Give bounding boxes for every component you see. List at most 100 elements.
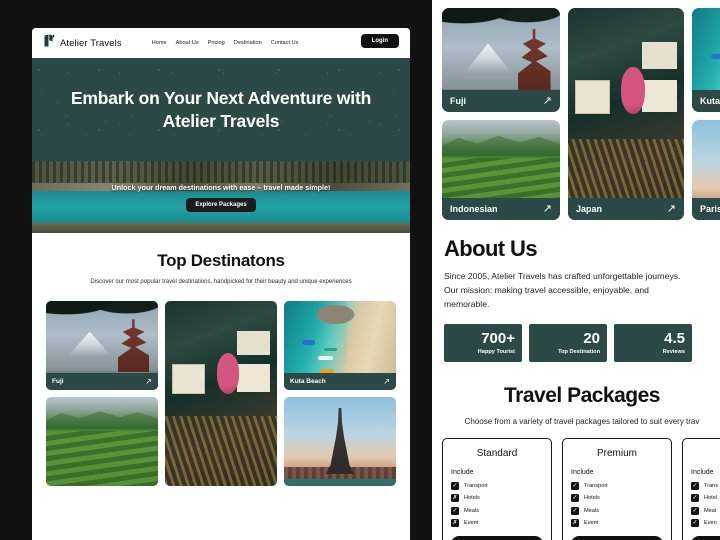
feature-meals: ✓ Meals (571, 506, 663, 515)
nav-links: Home About Us Pricing Destination Contac… (152, 40, 299, 46)
package-card-third[interactable]: S Include ✓ Trans ✓ Hotel (682, 437, 720, 540)
photo-eiffel-tower (284, 397, 396, 487)
destination-card-paris[interactable] (284, 397, 396, 487)
start-from-button[interactable]: 🎫 (691, 536, 720, 540)
left-page-preview: Atelier Travels Home About Us Pricing De… (0, 0, 425, 540)
nav-link-pricing[interactable]: Pricing (208, 40, 225, 46)
package-name: Standard (476, 447, 518, 459)
feature-event: ✓ Even (691, 519, 720, 528)
arrow-up-right-icon[interactable]: ↗ (145, 377, 152, 386)
nav-link-destination[interactable]: Destination (234, 40, 262, 46)
top-destinations-section: Top Destinatons Discover our most popula… (32, 233, 410, 495)
stat-value: 20 (583, 329, 600, 347)
landing-page: Atelier Travels Home About Us Pricing De… (32, 28, 410, 540)
checkmark-icon: ✓ (571, 506, 579, 515)
card-title: Kuta Bea (700, 96, 720, 106)
feature-label: Transport (584, 482, 608, 489)
arrow-up-right-icon[interactable]: ↗ (543, 95, 552, 107)
card-title: Fuji (450, 96, 466, 106)
package-card-standard[interactable]: Standard Include ✓ Transport ✗ Hotels ✓ … (442, 437, 552, 540)
feature-list: ✓ Trans ✓ Hotel ✓ Meal ✓ Even (691, 481, 720, 528)
cross-icon: ✗ (571, 519, 579, 528)
card-label: Kuta Bea (692, 90, 720, 112)
card-title: Japan (576, 204, 603, 214)
include-label: Include (571, 468, 594, 476)
start-from-button[interactable]: 🎫 Start from $400 (571, 536, 663, 540)
checkmark-icon: ✓ (571, 494, 579, 503)
feature-event: ✗ Event (571, 519, 663, 528)
destination-card-indonesian[interactable] (46, 397, 158, 487)
feature-label: Hotels (464, 495, 480, 502)
feature-transport: ✓ Trans (691, 481, 720, 490)
card-title: Indonesian (450, 204, 498, 214)
feature-event: ✗ Event (451, 519, 543, 528)
right-page-zoomed-view: Fuji ↗ Japan ↗ Kuta Indonesian ↗ Paris A… (432, 0, 720, 540)
checkmark-icon: ✓ (571, 481, 579, 490)
destination-card-japan[interactable] (165, 301, 277, 487)
zoom-card-fuji[interactable]: Fuji ↗ (442, 8, 560, 112)
feature-label: Event (464, 520, 479, 527)
stats-row: 700+ Happy Tourist 20 Top Destination 4.… (444, 323, 718, 362)
site-navbar: Atelier Travels Home About Us Pricing De… (32, 28, 410, 58)
zoom-card-indonesian[interactable]: Indonesian ↗ (442, 120, 560, 220)
feature-label: Event (584, 520, 599, 527)
arrow-up-right-icon[interactable]: ↗ (543, 203, 552, 215)
checkmark-icon: ✓ (691, 481, 699, 490)
hero-section: Embark on Your Next Adventure with Ateli… (32, 58, 410, 161)
zoom-card-paris[interactable]: Paris (692, 120, 720, 220)
zoomed-content: Fuji ↗ Japan ↗ Kuta Indonesian ↗ Paris A… (432, 0, 720, 540)
feature-label: Even (704, 520, 717, 527)
about-title: About Us (444, 236, 538, 261)
start-from-button[interactable]: 🎫 Start from $260 (451, 536, 543, 540)
travel-packages-section: Travel Packages Choose from a variety of… (432, 362, 720, 540)
include-label: Include (691, 468, 714, 476)
screenshot-root: Atelier Travels Home About Us Pricing De… (0, 0, 720, 540)
card-label: Indonesian ↗ (442, 198, 560, 220)
destination-card-kuta-beach[interactable]: Kuta Beach ↗ (284, 301, 396, 391)
banner-tagline: Unlock your dream destinations with ease… (111, 182, 331, 192)
destination-card-fuji[interactable]: Fuji ↗ (46, 301, 158, 391)
feature-label: Meals (464, 507, 479, 514)
login-button[interactable]: Login (360, 34, 399, 48)
card-label: Fuji ↗ (442, 90, 560, 112)
about-us-section: About Us Since 2005, Atelier Travels has… (432, 220, 720, 362)
section-subtitle: Discover our most popular travel destina… (90, 279, 352, 285)
feature-label: Hotels (584, 495, 600, 502)
arrow-up-right-icon[interactable]: ↗ (667, 203, 676, 215)
photo-japan-street (165, 301, 277, 487)
nav-link-about-us[interactable]: About Us (176, 40, 199, 46)
packages-title: Travel Packages (504, 383, 660, 407)
checkmark-icon: ✓ (691, 519, 699, 528)
photo-japan-street (568, 8, 684, 220)
card-label: Kuta Beach ↗ (284, 373, 396, 391)
about-description: Since 2005, Atelier Travels has crafted … (444, 271, 681, 309)
nav-link-contact-us[interactable]: Contact Us (271, 40, 299, 46)
packages-grid: Standard Include ✓ Transport ✗ Hotels ✓ … (432, 437, 720, 540)
package-name: Premium (596, 447, 637, 459)
checkmark-icon: ✓ (691, 494, 699, 503)
checkmark-icon: ✓ (691, 506, 699, 515)
brand[interactable]: Atelier Travels (44, 34, 122, 52)
zoom-card-japan[interactable]: Japan ↗ (568, 8, 684, 220)
nav-link-home[interactable]: Home (152, 40, 167, 46)
feature-hotels: ✓ Hotel (691, 494, 720, 503)
card-title: Fuji (52, 378, 64, 386)
arrow-up-right-icon[interactable]: ↗ (383, 377, 390, 386)
include-label: Include (451, 468, 474, 476)
explore-packages-button[interactable]: Explore Packages (186, 197, 256, 212)
checkmark-icon: ✓ (451, 481, 459, 490)
stat-label: Top Destination (558, 348, 600, 355)
feature-hotels: ✓ Hotels (571, 494, 663, 503)
package-card-premium[interactable]: Premium Include ✓ Transport ✓ Hotels ✓ M… (562, 437, 672, 540)
stat-happy-tourist: 700+ Happy Tourist (444, 323, 522, 362)
stat-value: 700+ (481, 329, 515, 347)
feature-list: ✓ Transport ✓ Hotels ✓ Meals ✗ Event (571, 481, 663, 528)
banner-overlay: Unlock your dream destinations with ease… (32, 161, 410, 233)
stat-label: Reviews (662, 348, 685, 355)
zoom-card-kuta-beach[interactable]: Kuta Bea (692, 8, 720, 112)
hero-banner-image: Unlock your dream destinations with ease… (32, 161, 410, 233)
section-title: Top Destinatons (157, 251, 285, 270)
cross-icon: ✗ (451, 494, 459, 503)
zoom-destination-cards: Fuji ↗ Japan ↗ Kuta Indonesian ↗ Paris (432, 0, 720, 220)
card-label: Fuji ↗ (46, 373, 158, 391)
